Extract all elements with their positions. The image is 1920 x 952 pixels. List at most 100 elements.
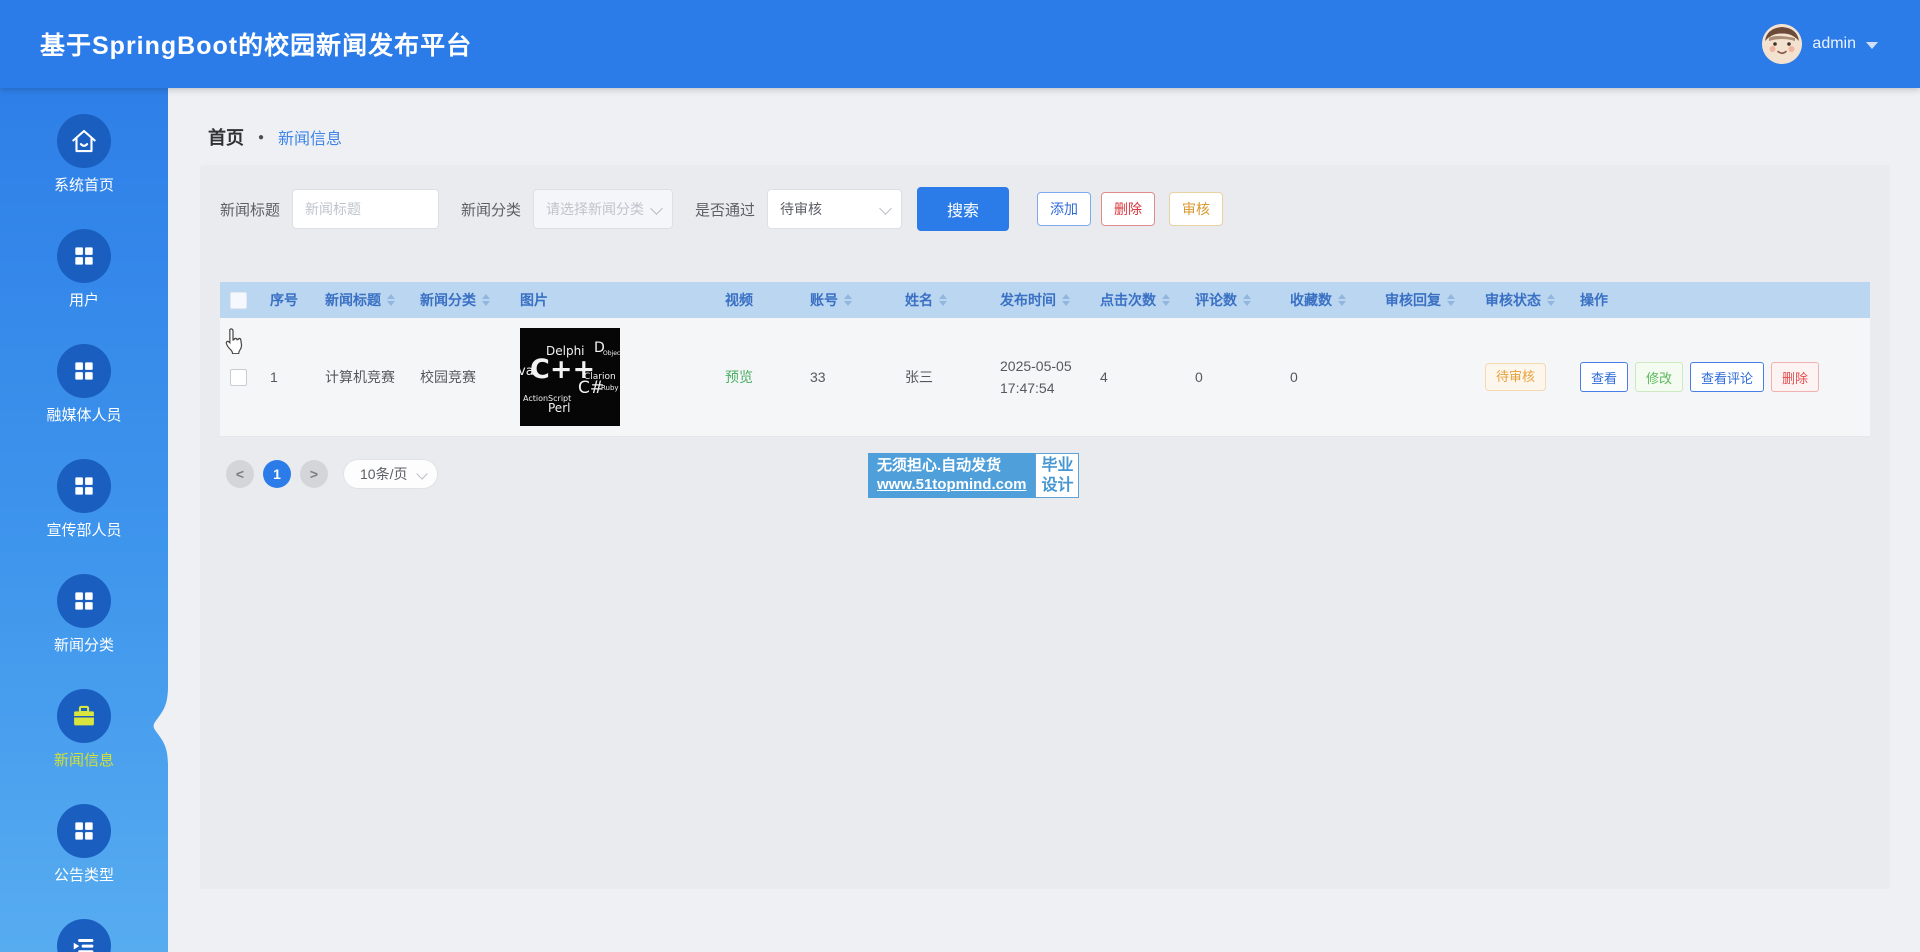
sidebar-item-system-home[interactable]: 系统首页 — [0, 114, 168, 196]
grid-icon — [57, 574, 111, 628]
sidebar-item-news-category[interactable]: 新闻分类 — [0, 574, 168, 656]
news-category-filter-label: 新闻分类 — [461, 199, 521, 220]
view-button[interactable]: 查看 — [1580, 362, 1628, 392]
table-row: 1 计算机竞赛 校园竞赛 va Delphi D Objec C++ Clari… — [220, 318, 1870, 437]
sort-icon[interactable] — [1243, 294, 1251, 306]
news-table: 序号 新闻标题 新闻分类 图片 视频 账号 姓名 发布时间 点击次数 评论数 收… — [220, 282, 1870, 437]
app-root: 基于SpringBoot的校园新闻发布平台 admin — [0, 0, 1920, 952]
cell-publish-time: 2025-05-05 17:47:54 — [990, 318, 1090, 436]
sidebar-item-news-info[interactable]: 新闻信息 — [0, 689, 168, 771]
status-badge: 待审核 — [1485, 363, 1546, 391]
username-label: admin — [1812, 35, 1856, 53]
column-header-name[interactable]: 姓名 — [895, 282, 990, 318]
active-item-notch — [150, 686, 168, 766]
sidebar-item-label: 融媒体人员 — [46, 406, 121, 426]
sort-icon[interactable] — [482, 294, 490, 306]
sort-icon[interactable] — [1547, 294, 1555, 306]
watermark-badge: 毕业 设计 — [1035, 453, 1079, 498]
caret-down-icon — [650, 202, 663, 215]
sidebar-item-media-staff[interactable]: 融媒体人员 — [0, 344, 168, 426]
sidebar-item-label: 新闻信息 — [54, 751, 114, 771]
sort-icon[interactable] — [1162, 294, 1170, 306]
breadcrumb-current-link[interactable]: 新闻信息 — [278, 125, 342, 149]
add-button[interactable]: 添加 — [1037, 192, 1091, 226]
sidebar-item-label: 系统首页 — [54, 176, 114, 196]
sidebar-item-users[interactable]: 用户 — [0, 229, 168, 311]
grid-icon — [57, 459, 111, 513]
caret-down-icon — [1866, 42, 1878, 49]
news-category-select-placeholder: 请选择新闻分类 — [546, 199, 644, 219]
column-header-title[interactable]: 新闻标题 — [315, 282, 410, 318]
column-header-category[interactable]: 新闻分类 — [410, 282, 510, 318]
sort-icon[interactable] — [1447, 294, 1455, 306]
cell-image: va Delphi D Objec C++ Clarion C# Ruby Ac… — [510, 318, 715, 436]
watermark-line1: 无须担心.自动发货 — [877, 456, 1026, 475]
caret-down-icon — [879, 202, 892, 215]
breadcrumb-home-link[interactable]: 首页 — [208, 124, 244, 150]
sort-icon[interactable] — [1338, 294, 1346, 306]
sort-icon[interactable] — [1062, 294, 1070, 306]
prev-page-button[interactable]: < — [226, 460, 254, 488]
sidebar-item-notice-type[interactable]: 公告类型 — [0, 804, 168, 886]
sort-icon[interactable] — [844, 294, 852, 306]
video-preview-link[interactable]: 预览 — [725, 367, 753, 387]
column-header-publish-time[interactable]: 发布时间 — [990, 282, 1090, 318]
sidebar-item-label: 宣传部人员 — [46, 521, 121, 541]
column-header-video: 视频 — [715, 282, 800, 318]
page-number-button[interactable]: 1 — [263, 460, 291, 488]
pass-status-select-value: 待审核 — [780, 199, 822, 219]
sidebar-item-label: 公告类型 — [54, 866, 114, 886]
cell-index: 1 — [260, 318, 315, 436]
column-header-comments[interactable]: 评论数 — [1185, 282, 1280, 318]
news-thumbnail-image[interactable]: va Delphi D Objec C++ Clarion C# Ruby Ac… — [520, 328, 620, 426]
briefcase-icon — [57, 689, 111, 743]
row-actions: 查看 修改 查看评论 删除 — [1580, 362, 1819, 392]
watermark-ad: 无须担心.自动发货 www.51topmind.com 毕业 设计 — [868, 453, 1079, 498]
grid-icon — [57, 229, 111, 283]
sort-icon[interactable] — [939, 294, 947, 306]
cell-comments: 0 — [1185, 318, 1280, 436]
column-header-audit-reply[interactable]: 审核回复 — [1375, 282, 1475, 318]
column-header-favorites[interactable]: 收藏数 — [1280, 282, 1375, 318]
news-category-select[interactable]: 请选择新闻分类 — [533, 189, 673, 229]
view-comments-button[interactable]: 查看评论 — [1690, 362, 1764, 392]
edit-button[interactable]: 修改 — [1635, 362, 1683, 392]
column-header-audit-status[interactable]: 审核状态 — [1475, 282, 1570, 318]
sidebar-item-label: 新闻分类 — [54, 636, 114, 656]
cursor-hand-icon — [222, 328, 244, 354]
row-delete-button[interactable]: 删除 — [1771, 362, 1819, 392]
search-button[interactable]: 搜索 — [917, 187, 1009, 231]
cell-clicks: 4 — [1090, 318, 1185, 436]
audit-button[interactable]: 审核 — [1169, 192, 1223, 226]
grid-icon — [57, 804, 111, 858]
delete-button[interactable]: 删除 — [1101, 192, 1155, 226]
grid-icon — [57, 344, 111, 398]
sort-icon[interactable] — [387, 294, 395, 306]
user-menu[interactable]: admin — [1762, 0, 1878, 88]
next-page-button[interactable]: > — [300, 460, 328, 488]
sidebar-item-partial[interactable] — [0, 919, 168, 952]
page-size-value: 10条/页 — [360, 464, 407, 484]
pass-status-select[interactable]: 待审核 — [767, 189, 902, 229]
column-header-index: 序号 — [260, 282, 315, 318]
cell-name: 张三 — [895, 318, 990, 436]
column-header-actions: 操作 — [1570, 282, 1870, 318]
column-header-account[interactable]: 账号 — [800, 282, 895, 318]
row-checkbox[interactable] — [230, 369, 247, 386]
watermark-ad-link[interactable]: 无须担心.自动发货 www.51topmind.com — [868, 453, 1035, 498]
select-all-checkbox[interactable] — [230, 292, 247, 309]
news-title-input[interactable] — [292, 189, 439, 229]
page-size-select[interactable]: 10条/页 — [343, 459, 438, 489]
breadcrumb: 首页 ● 新闻信息 — [208, 124, 1920, 150]
sidebar-item-label: 用户 — [69, 291, 99, 311]
watermark-url[interactable]: www.51topmind.com — [877, 475, 1026, 494]
column-header-clicks[interactable]: 点击次数 — [1090, 282, 1185, 318]
main-content: 首页 ● 新闻信息 新闻标题 新闻分类 请选择新闻分类 是否通过 待审核 — [168, 88, 1920, 952]
filter-bar: 新闻标题 新闻分类 请选择新闻分类 是否通过 待审核 搜索 添加 — [220, 187, 1870, 231]
sidebar-item-publicity-staff[interactable]: 宣传部人员 — [0, 459, 168, 541]
top-header: 基于SpringBoot的校园新闻发布平台 admin — [0, 0, 1920, 88]
cell-favorites: 0 — [1280, 318, 1375, 436]
cell-account: 33 — [800, 318, 895, 436]
avatar[interactable] — [1762, 24, 1802, 64]
column-header-image: 图片 — [510, 282, 715, 318]
